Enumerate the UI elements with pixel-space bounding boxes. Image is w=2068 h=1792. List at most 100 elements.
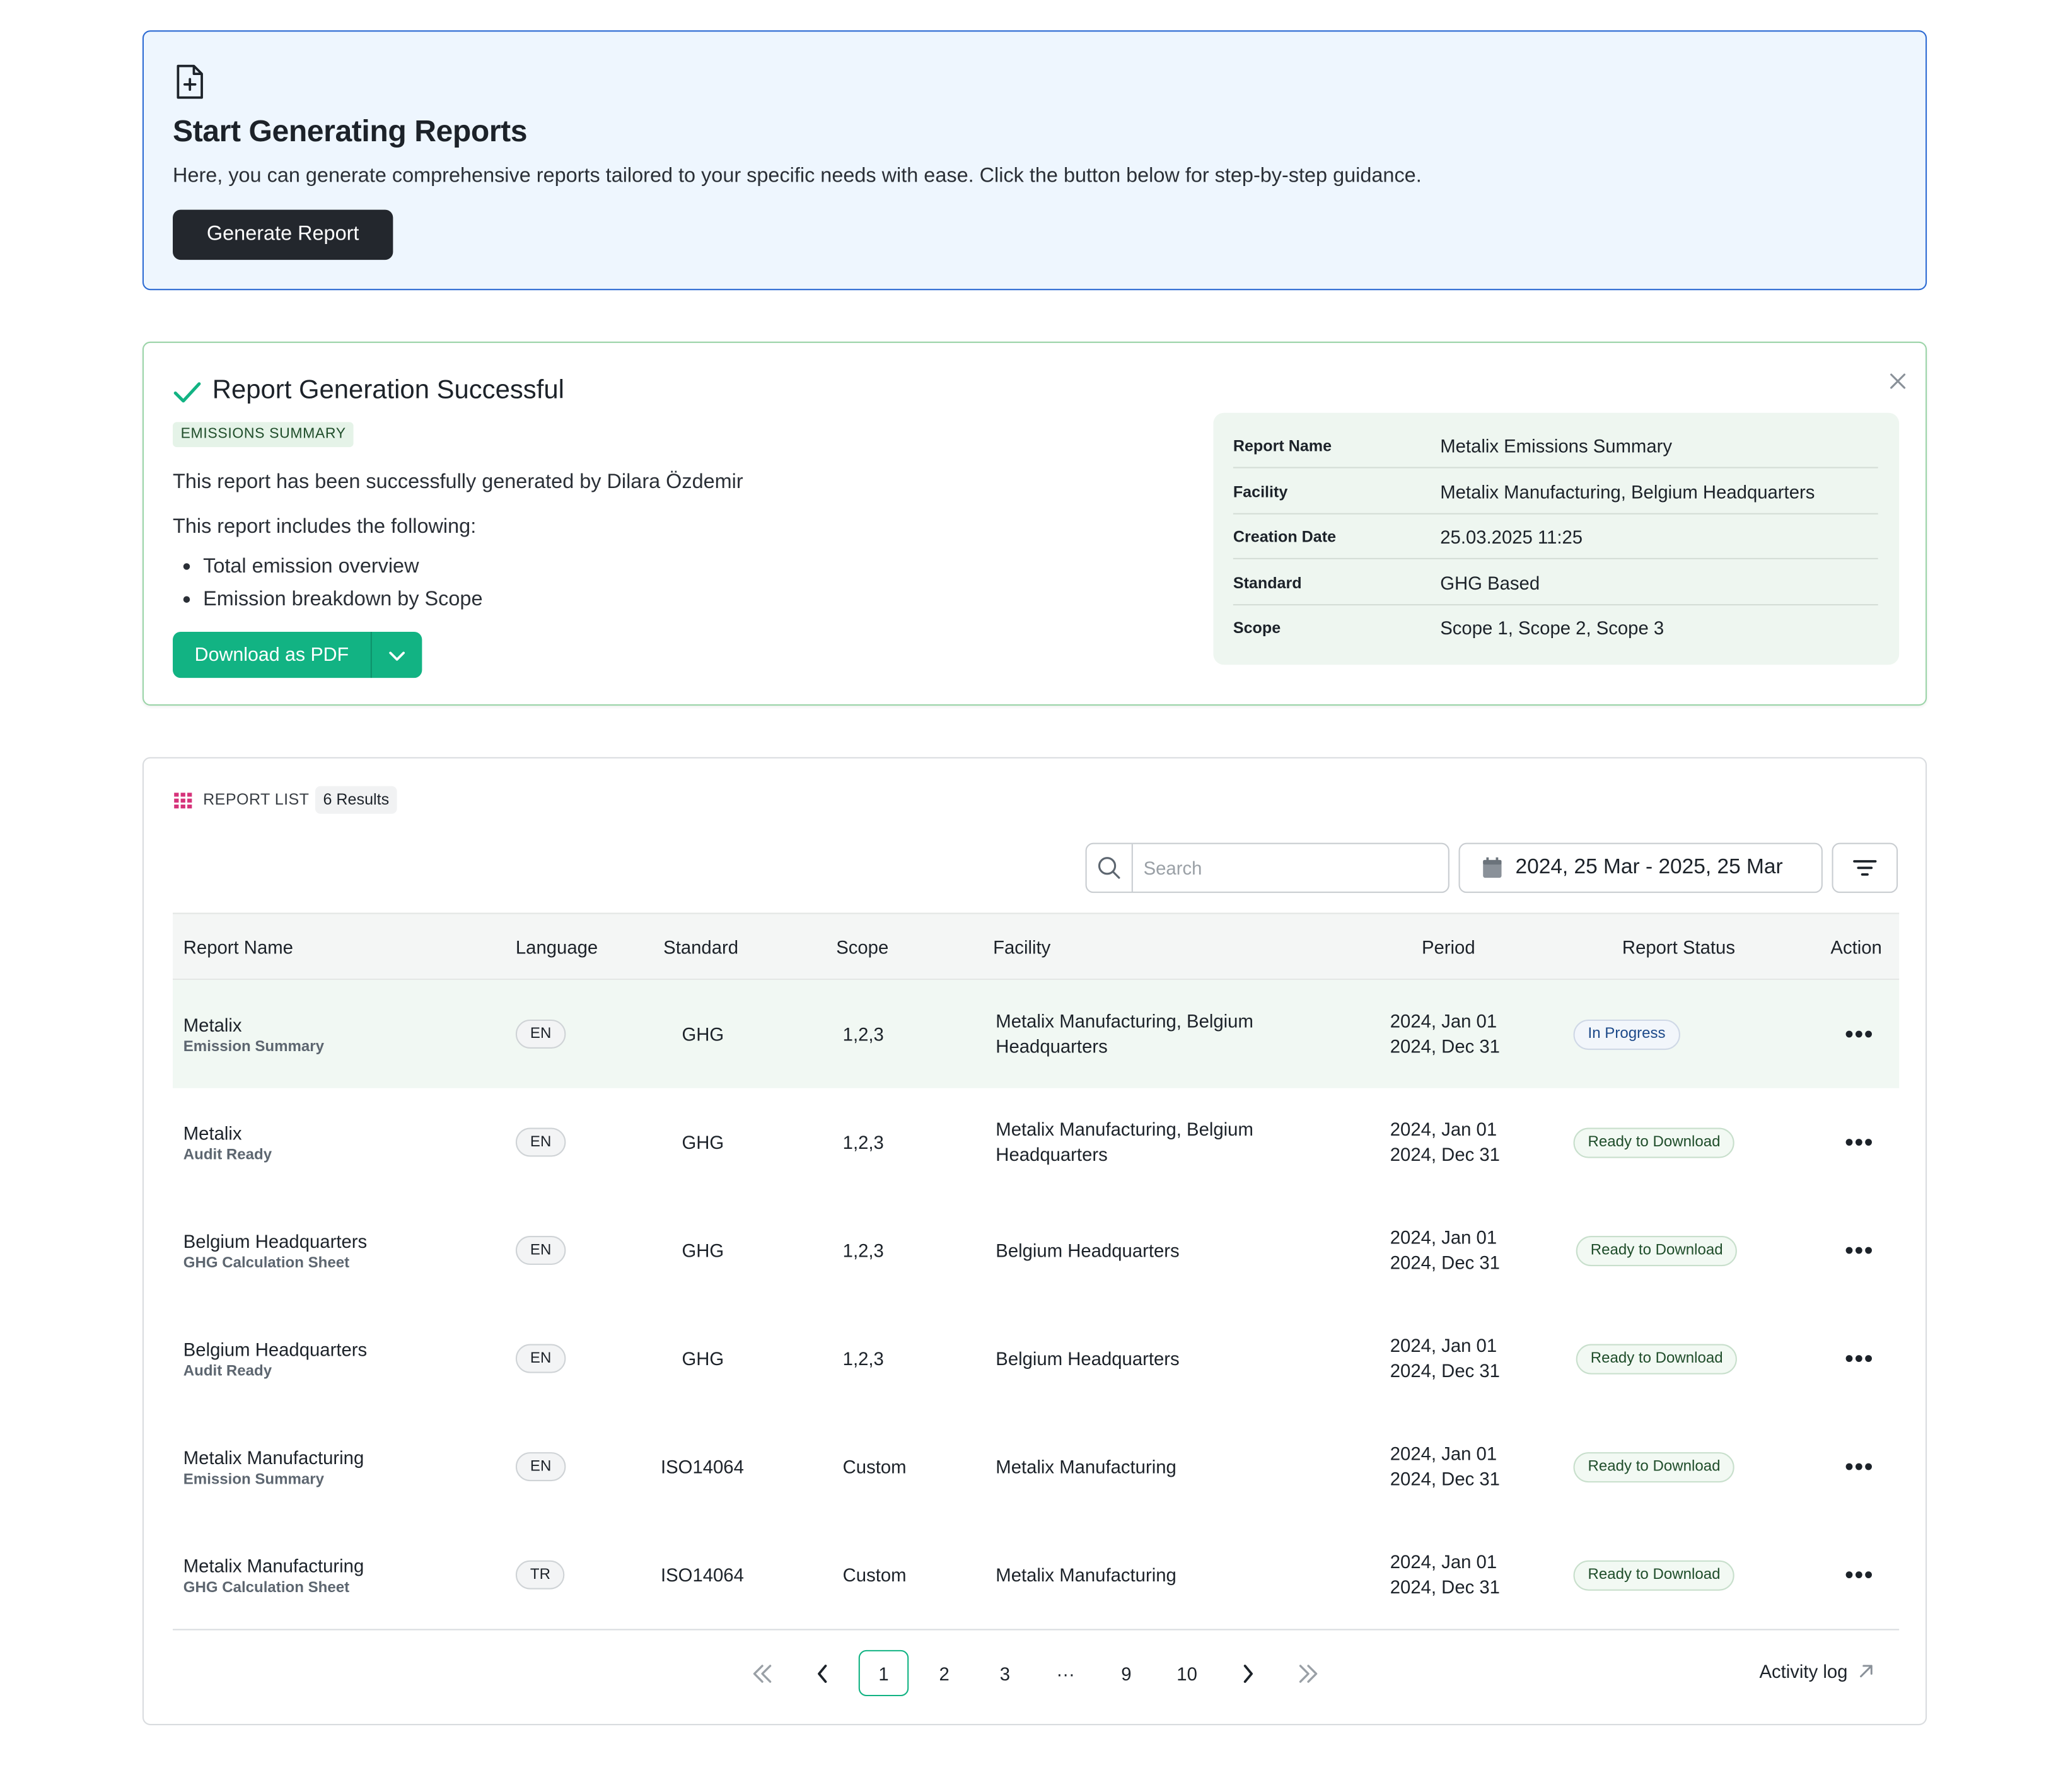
standard-value: ISO14064 xyxy=(660,1456,744,1477)
status-badge: Ready to Download xyxy=(1573,1127,1735,1158)
chevron-left-icon xyxy=(818,1664,827,1682)
double-chevron-left-icon xyxy=(753,1664,772,1682)
table-row[interactable]: Metalix Emission Summary EN GHG 1,2,3 Met… xyxy=(173,980,1900,1088)
report-list-label: REPORT LIST xyxy=(203,789,310,809)
detail-value: Scope 1, Scope 2, Scope 3 xyxy=(1440,617,1664,639)
more-actions-icon[interactable]: ••• xyxy=(1845,1345,1874,1373)
report-type-tag: EMISSIONS SUMMARY xyxy=(173,422,354,448)
table-row[interactable]: Metalix Manufacturing Emission Summary EN… xyxy=(173,1412,1899,1521)
double-chevron-right-icon xyxy=(1299,1664,1318,1682)
download-pdf-button[interactable]: Download as PDF xyxy=(173,631,372,678)
page-10-button[interactable]: 10 xyxy=(1162,1650,1212,1696)
download-options-button[interactable] xyxy=(372,632,422,678)
page-2-button[interactable]: 2 xyxy=(919,1650,969,1696)
report-name: Metalix xyxy=(183,1013,242,1035)
calendar-icon xyxy=(1483,857,1502,878)
filter-icon xyxy=(1853,860,1877,876)
table-row[interactable]: Belgium Headquarters Audit Ready EN GHG 1… xyxy=(173,1305,1899,1413)
more-actions-icon[interactable]: ••• xyxy=(1845,1561,1874,1589)
detail-value: Metalix Emissions Summary xyxy=(1440,434,1673,456)
period-end: 2024, Dec 31 xyxy=(1390,1359,1500,1382)
activity-log-label: Activity log xyxy=(1759,1660,1848,1682)
page-9-button[interactable]: 9 xyxy=(1101,1650,1151,1696)
previous-page-button[interactable] xyxy=(798,1650,848,1696)
facility-value: Belgium Headquarters xyxy=(996,1239,1180,1260)
bullet-icon xyxy=(183,596,190,603)
report-subtitle: GHG Calculation Sheet xyxy=(183,1255,350,1271)
period-start: 2024, Jan 01 xyxy=(1390,1443,1497,1464)
detail-row-facility: Facility Metalix Manufacturing, Belgium … xyxy=(1233,470,1878,515)
more-actions-icon[interactable]: ••• xyxy=(1845,1236,1874,1264)
includes-list: Total emission overview Emission breakdo… xyxy=(183,550,483,616)
report-list-card: REPORT LIST 6 Results 2024, 25 Mar - 202… xyxy=(142,757,1927,1726)
scope-value: 1,2,3 xyxy=(842,1240,884,1261)
standard-value: GHG xyxy=(682,1240,724,1261)
list-item: Total emission overview xyxy=(183,550,483,583)
table-row[interactable]: Belgium Headquarters GHG Calculation Shee… xyxy=(173,1196,1899,1305)
status-badge: Ready to Download xyxy=(1573,1559,1735,1590)
page-1-button[interactable]: 1 xyxy=(858,1649,909,1697)
period-start: 2024, Jan 01 xyxy=(1390,1010,1497,1032)
page-3-button[interactable]: 3 xyxy=(980,1650,1030,1696)
activity-log-link[interactable]: Activity log xyxy=(1759,1661,1874,1682)
language-badge: TR xyxy=(515,1560,566,1590)
period-start: 2024, Jan 01 xyxy=(1390,1226,1497,1248)
filter-button[interactable] xyxy=(1832,842,1898,893)
table-footer-divider xyxy=(173,1629,1900,1631)
page-ellipsis: ··· xyxy=(1056,1662,1075,1684)
facility-value: Metalix Manufacturing, Belgium Headquart… xyxy=(996,1010,1253,1057)
language-badge: EN xyxy=(515,1019,566,1049)
check-icon xyxy=(173,382,201,403)
detail-key: Creation Date xyxy=(1233,527,1337,545)
more-actions-icon[interactable]: ••• xyxy=(1845,1020,1874,1048)
scope-value: 1,2,3 xyxy=(842,1023,884,1045)
generate-report-button[interactable]: Generate Report xyxy=(173,209,393,260)
more-actions-icon[interactable]: ••• xyxy=(1845,1453,1874,1481)
table-row[interactable]: Metalix Audit Ready EN GHG 1,2,3 Metalix … xyxy=(173,1088,1899,1197)
detail-row-report-name: Report Name Metalix Emissions Summary xyxy=(1233,423,1878,468)
period-end: 2024, Dec 31 xyxy=(1390,1143,1500,1165)
scope-value: 1,2,3 xyxy=(842,1347,884,1370)
report-subtitle: Emission Summary xyxy=(183,1471,325,1487)
period-start: 2024, Jan 01 xyxy=(1390,1551,1497,1573)
report-details-panel: Report Name Metalix Emissions Summary Fa… xyxy=(1213,412,1900,665)
first-page-button[interactable] xyxy=(737,1650,787,1696)
detail-value: 25.03.2025 11:25 xyxy=(1440,525,1583,547)
date-range-picker[interactable]: 2024, 25 Mar - 2025, 25 Mar xyxy=(1458,842,1823,893)
language-badge: EN xyxy=(515,1127,566,1157)
report-subtitle: Audit Ready xyxy=(183,1363,272,1379)
report-name: Metalix Manufacturing xyxy=(183,1446,364,1468)
col-scope[interactable]: Scope xyxy=(836,914,888,979)
period-end: 2024, Dec 31 xyxy=(1390,1576,1500,1598)
search-input[interactable] xyxy=(1132,844,1448,892)
report-subtitle: Emission Summary xyxy=(183,1039,325,1055)
download-split-button: Download as PDF xyxy=(173,631,422,678)
report-subtitle: GHG Calculation Sheet xyxy=(183,1579,350,1596)
results-count-badge: 6 Results xyxy=(315,786,397,814)
arrow-up-right-icon xyxy=(1859,1665,1873,1678)
next-page-button[interactable] xyxy=(1223,1650,1272,1696)
col-report-name[interactable]: Report Name xyxy=(183,914,293,979)
col-facility[interactable]: Facility xyxy=(993,914,1050,979)
start-title: Start Generating Reports xyxy=(173,113,528,148)
detail-value: GHG Based xyxy=(1440,571,1540,593)
report-name: Belgium Headquarters xyxy=(183,1230,368,1252)
scope-value: Custom xyxy=(842,1456,907,1477)
table-row[interactable]: Metalix Manufacturing GHG Calculation She… xyxy=(173,1521,1899,1629)
period-end: 2024, Dec 31 xyxy=(1390,1035,1500,1057)
col-language[interactable]: Language xyxy=(516,914,598,979)
report-subtitle: Audit Ready xyxy=(183,1146,272,1163)
last-page-button[interactable] xyxy=(1283,1650,1333,1696)
col-report-status[interactable]: Report Status xyxy=(1622,914,1735,979)
grid-icon xyxy=(174,793,192,809)
facility-value: Metalix Manufacturing xyxy=(996,1455,1176,1477)
standard-value: GHG xyxy=(682,1023,724,1045)
col-standard[interactable]: Standard xyxy=(663,914,738,979)
includes-label: This report includes the following: xyxy=(173,515,477,538)
status-badge: In Progress xyxy=(1573,1018,1680,1050)
more-actions-icon[interactable]: ••• xyxy=(1845,1129,1874,1156)
close-icon[interactable] xyxy=(1887,371,1908,392)
search-icon[interactable] xyxy=(1087,844,1133,892)
status-badge: Ready to Download xyxy=(1576,1235,1738,1266)
col-period[interactable]: Period xyxy=(1422,914,1475,979)
